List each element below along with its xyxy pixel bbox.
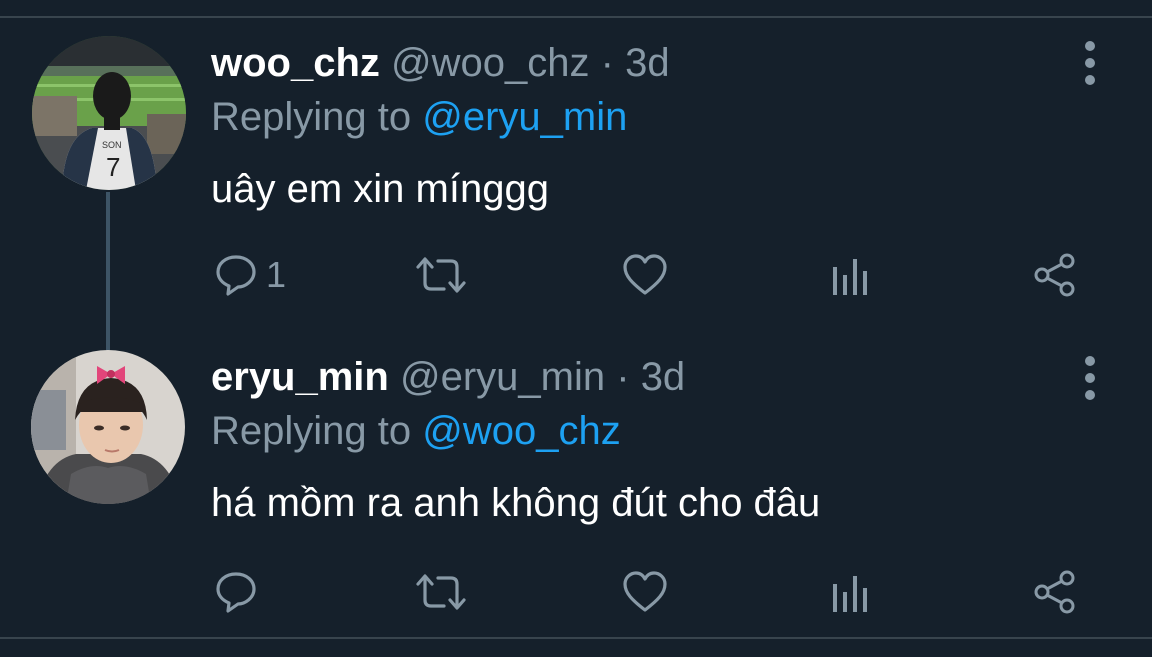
reply-icon (216, 572, 256, 613)
separator: · (600, 41, 614, 85)
replying-to-label: Replying to (211, 95, 412, 139)
more-dot (1085, 58, 1095, 68)
share-button[interactable] (1032, 251, 1078, 299)
replying-to-label: Replying to (211, 409, 412, 453)
svg-text:7: 7 (106, 152, 120, 182)
handle[interactable]: @woo_chz (391, 41, 589, 85)
avatar-eryu-min[interactable] (31, 350, 185, 504)
share-icon (1034, 570, 1075, 614)
svg-text:SON: SON (102, 140, 122, 150)
retweet-icon (416, 574, 466, 610)
replying-to-line: Replying to @woo_chz (211, 407, 621, 455)
more-vertical-icon (1085, 41, 1095, 51)
like-button[interactable] (622, 568, 668, 616)
tweet-text: há mồm ra anh không đút cho đâu (211, 481, 821, 525)
more-dot (1085, 390, 1095, 400)
more-dot (1085, 75, 1095, 85)
analytics-icon (833, 259, 867, 295)
analytics-icon (833, 576, 867, 612)
more-vertical-icon (1085, 356, 1095, 366)
more-dot (1085, 373, 1095, 383)
bottom-divider (0, 637, 1152, 639)
reply-count: 1 (266, 254, 287, 295)
replying-to-line: Replying to @eryu_min (211, 93, 627, 141)
thread-connector-line (106, 192, 110, 352)
replying-to-mention[interactable]: @woo_chz (422, 409, 620, 453)
share-button[interactable] (1032, 568, 1078, 616)
avatar-woo-chz[interactable]: SON 7 (32, 36, 186, 190)
analytics-button[interactable] (830, 568, 870, 616)
display-name[interactable]: eryu_min (211, 355, 389, 399)
reply-button[interactable]: 1 (214, 251, 286, 299)
tweet-2-header: eryu_min @eryu_min · 3d (211, 353, 685, 401)
like-icon (623, 254, 667, 295)
retweet-icon (416, 257, 466, 293)
analytics-button[interactable] (830, 251, 870, 299)
retweet-button[interactable] (414, 251, 468, 299)
tweet-1-header: woo_chz @woo_chz · 3d (211, 39, 670, 87)
top-divider (0, 16, 1152, 18)
retweet-button[interactable] (414, 568, 468, 616)
display-name[interactable]: woo_chz (211, 41, 380, 85)
tweet-text: uây em xin mínggg (211, 167, 549, 211)
timestamp[interactable]: 3d (625, 41, 670, 85)
timestamp[interactable]: 3d (641, 355, 686, 399)
replying-to-mention[interactable]: @eryu_min (422, 95, 627, 139)
like-icon (623, 571, 667, 612)
more-options-button[interactable] (1078, 356, 1102, 400)
more-options-button[interactable] (1078, 41, 1102, 85)
like-button[interactable] (622, 251, 668, 299)
handle[interactable]: @eryu_min (400, 355, 605, 399)
share-icon (1034, 253, 1075, 297)
reply-button[interactable] (214, 568, 266, 616)
reply-icon (216, 255, 256, 296)
separator: · (616, 355, 630, 399)
